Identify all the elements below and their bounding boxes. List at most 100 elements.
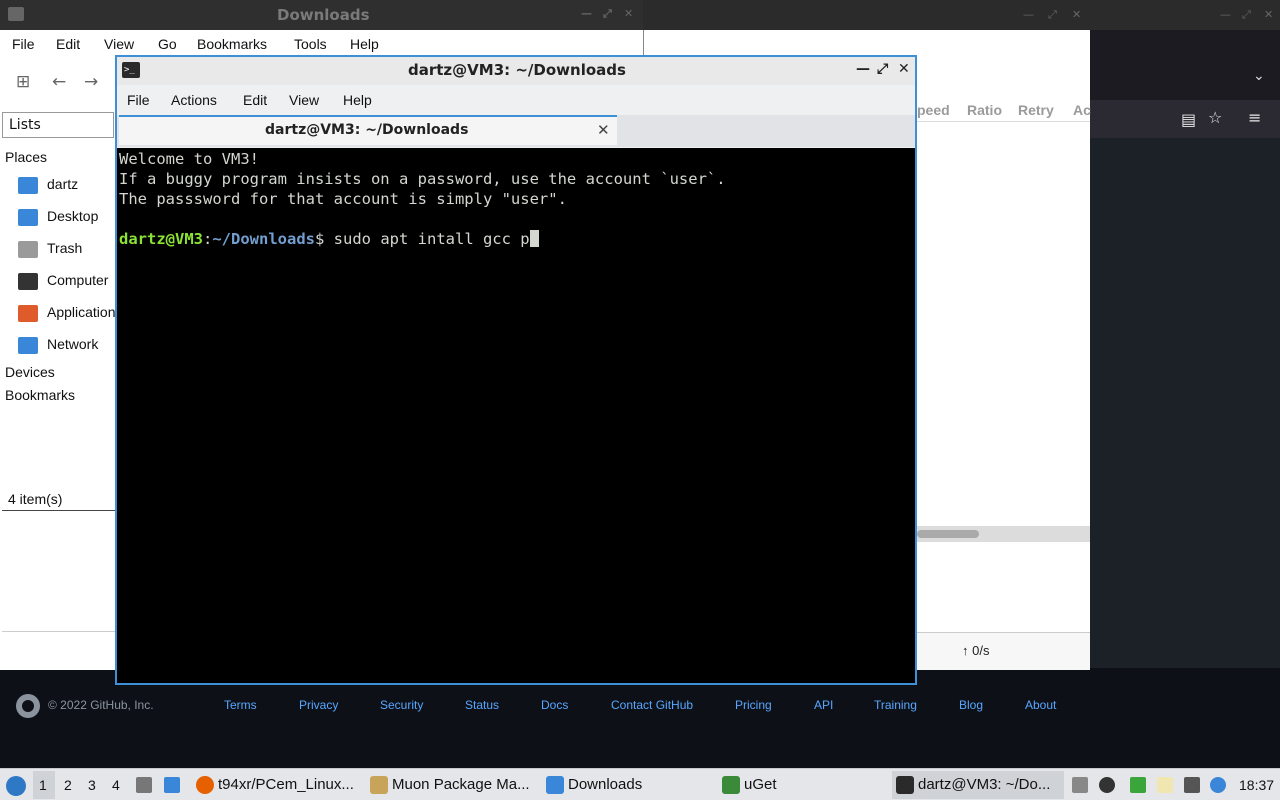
column-speed[interactable]: peed <box>917 102 950 118</box>
minimize-icon[interactable]: — <box>581 7 592 20</box>
home-folder-icon <box>18 177 38 194</box>
footer-link-privacy[interactable]: Privacy <box>299 698 338 712</box>
minimize-icon[interactable]: — <box>1220 8 1231 21</box>
menu-view[interactable]: View <box>289 92 319 108</box>
workspace-4[interactable]: 4 <box>112 777 120 793</box>
close-icon[interactable]: ✕ <box>1264 8 1273 21</box>
tab-terminal[interactable]: dartz@VM3: ~/Downloads ✕ <box>119 115 617 145</box>
side-pane-mode-select[interactable]: Lists <box>2 112 114 138</box>
task-uget[interactable]: uGet <box>718 771 888 799</box>
status-bar-text: 4 item(s) <box>8 491 63 507</box>
workspace-2[interactable]: 2 <box>64 777 72 793</box>
menubar: File Actions Edit View Help <box>117 87 915 113</box>
footer-link-blog[interactable]: Blog <box>959 698 983 712</box>
forward-arrow-icon[interactable]: → <box>84 72 98 92</box>
github-logo-icon[interactable] <box>16 694 40 718</box>
clipboard-icon[interactable] <box>1157 777 1173 793</box>
firefox-icon <box>196 776 214 794</box>
menu-help[interactable]: Help <box>343 92 372 108</box>
workspace-3[interactable]: 3 <box>88 777 96 793</box>
menu-view[interactable]: View <box>104 36 134 52</box>
maximize-icon[interactable]: ⤢ <box>1048 8 1057 22</box>
footer-link-terms[interactable]: Terms <box>224 698 257 712</box>
footer-link-about[interactable]: About <box>1025 698 1056 712</box>
footer-link-pricing[interactable]: Pricing <box>735 698 772 712</box>
close-tab-icon[interactable]: ✕ <box>597 121 610 139</box>
place-item-network[interactable]: Network <box>18 333 118 359</box>
network-icon <box>18 337 38 354</box>
maximize-icon[interactable]: ⤢ <box>1242 8 1251 22</box>
menu-go[interactable]: Go <box>158 36 177 52</box>
maximize-icon[interactable]: ⤢ <box>877 61 888 77</box>
github-copyright: © 2022 GitHub, Inc. <box>48 698 154 712</box>
task-muon[interactable]: Muon Package Ma... <box>366 771 538 799</box>
upload-speed: ↑ 0/s <box>962 643 990 658</box>
menu-help[interactable]: Help <box>350 36 379 52</box>
menu-edit[interactable]: Edit <box>243 92 267 108</box>
show-desktop-icon[interactable] <box>136 777 152 793</box>
output-line: Welcome to VM3! <box>119 150 259 168</box>
menu-actions[interactable]: Actions <box>171 92 217 108</box>
desktop-icon <box>18 209 38 226</box>
scrollbar-thumb[interactable] <box>917 530 979 538</box>
place-item-computer[interactable]: Computer <box>18 269 118 295</box>
volume-icon[interactable] <box>1099 777 1115 793</box>
menu-file[interactable]: File <box>127 92 150 108</box>
update-notifier-icon[interactable] <box>1210 777 1226 793</box>
network-tray-icon[interactable] <box>1184 777 1200 793</box>
places-header: Places <box>5 149 48 165</box>
start-menu-icon[interactable] <box>6 776 26 796</box>
prompt-user: dartz@VM3 <box>119 230 203 248</box>
close-icon[interactable]: ✕ <box>624 7 633 20</box>
uget-tray-icon[interactable] <box>1130 777 1146 793</box>
computer-icon <box>18 273 38 290</box>
file-manager-titlebar[interactable]: Downloads — ⤢ ✕ <box>0 0 643 30</box>
package-manager-icon <box>370 776 388 794</box>
menu-bookmarks[interactable]: Bookmarks <box>197 36 267 52</box>
menu-edit[interactable]: Edit <box>56 36 80 52</box>
place-item-applications[interactable]: Applications <box>18 301 123 327</box>
chevron-down-icon[interactable]: ⌄ <box>1253 68 1265 84</box>
menu-file[interactable]: File <box>12 36 35 52</box>
prompt-path: ~/Downloads <box>212 230 315 248</box>
footer-link-status[interactable]: Status <box>465 698 499 712</box>
terminal-titlebar[interactable]: >_ dartz@VM3: ~/Downloads — ⤢ ✕ <box>117 57 915 85</box>
place-item-dartz[interactable]: dartz <box>18 173 118 199</box>
workspace-1[interactable]: 1 <box>39 777 47 793</box>
file-manager-launcher-icon[interactable] <box>164 777 180 793</box>
column-added[interactable]: Ac <box>1073 102 1091 118</box>
clock[interactable]: 18:37 <box>1239 777 1274 793</box>
bookmark-star-icon[interactable]: ☆ <box>1208 108 1222 127</box>
footer-link-docs[interactable]: Docs <box>541 698 568 712</box>
hamburger-menu-icon[interactable]: ≡ <box>1248 108 1261 127</box>
close-icon[interactable]: ✕ <box>1072 8 1081 21</box>
trash-icon <box>18 241 38 258</box>
task-firefox[interactable]: t94xr/PCem_Linux... <box>192 771 362 799</box>
task-terminal[interactable]: dartz@VM3: ~/Do... <box>892 771 1064 799</box>
close-icon[interactable]: ✕ <box>898 61 910 77</box>
command-input[interactable]: sudo apt intall gcc p <box>334 230 530 248</box>
bookmarks-header[interactable]: Bookmarks <box>5 387 75 403</box>
back-arrow-icon[interactable]: ← <box>52 72 66 92</box>
footer-link-training[interactable]: Training <box>874 698 917 712</box>
place-item-trash[interactable]: Trash <box>18 237 118 263</box>
footer-link-api[interactable]: API <box>814 698 833 712</box>
place-item-desktop[interactable]: Desktop <box>18 205 118 231</box>
terminal-icon <box>896 776 914 794</box>
terminal-window: >_ dartz@VM3: ~/Downloads — ⤢ ✕ File Act… <box>115 55 917 685</box>
column-retry[interactable]: Retry <box>1018 102 1054 118</box>
uget-icon <box>722 776 740 794</box>
footer-link-contact[interactable]: Contact GitHub <box>611 698 693 712</box>
footer-link-security[interactable]: Security <box>380 698 423 712</box>
maximize-icon[interactable]: ⤢ <box>603 7 612 21</box>
task-downloads[interactable]: Downloads <box>542 771 714 799</box>
new-tab-icon[interactable]: ⊞ <box>16 72 30 92</box>
menu-tools[interactable]: Tools <box>294 36 327 52</box>
terminal-output[interactable]: Welcome to VM3! If a buggy program insis… <box>117 148 915 683</box>
minimize-icon[interactable]: — <box>1023 8 1034 21</box>
column-ratio[interactable]: Ratio <box>967 102 1002 118</box>
reader-view-icon[interactable]: ▤ <box>1181 110 1196 129</box>
devices-header[interactable]: Devices <box>5 364 55 380</box>
trash-tray-icon[interactable] <box>1072 777 1088 793</box>
minimize-icon[interactable]: — <box>856 61 870 77</box>
